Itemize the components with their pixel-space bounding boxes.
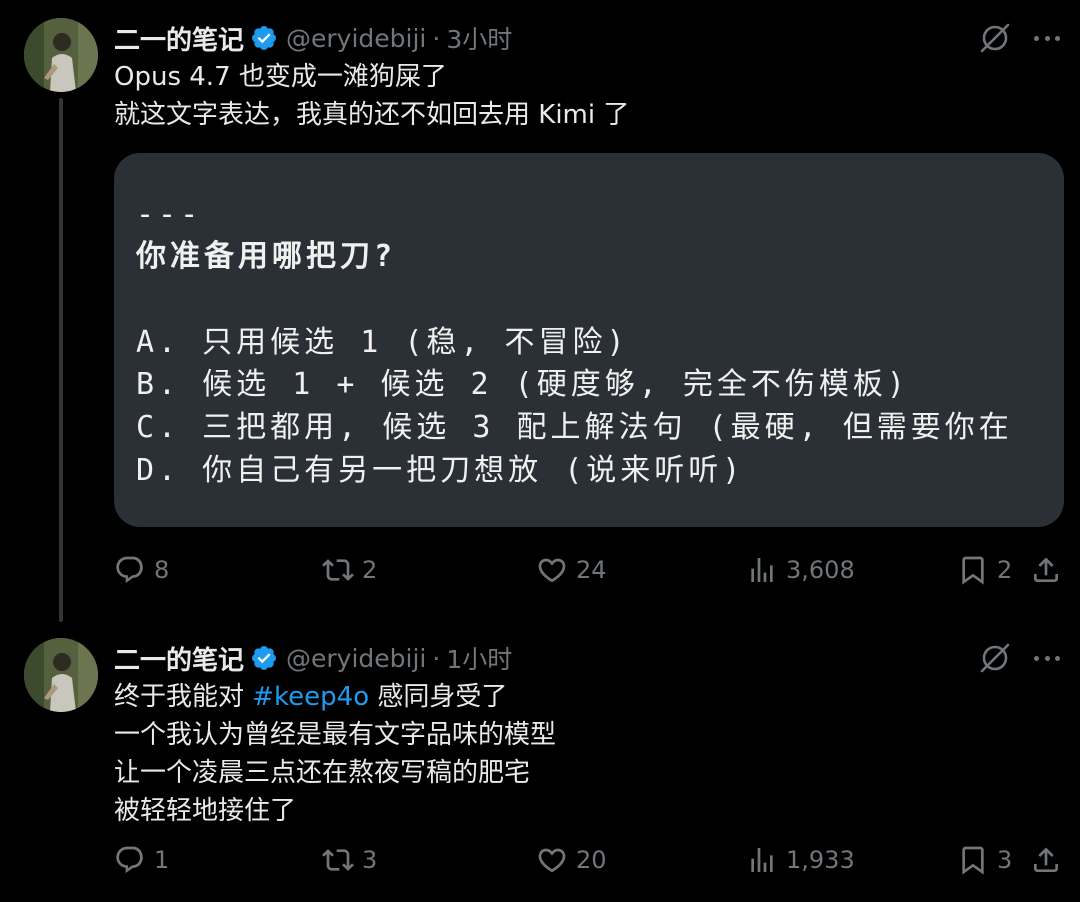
reply-count: 8: [154, 556, 170, 584]
views-icon: [751, 558, 773, 582]
bookmark-button[interactable]: 3: [957, 840, 1012, 880]
bookmark-button[interactable]: 2: [957, 550, 1012, 590]
tweet-header: 二一的笔记 @eryidebiji · 3小时: [114, 18, 512, 58]
tweet-text-line: Opus 4.7 也变成一滩狗屎了: [114, 62, 447, 92]
thread-connector-line: [59, 98, 63, 622]
avatar[interactable]: [24, 638, 98, 712]
tweet-media-image[interactable]: --- 你准备用哪把刀? A. 只用候选 1 (稳, 不冒险) B. 候选 1 …: [114, 153, 1064, 527]
repost-button[interactable]: 3: [322, 840, 377, 880]
reply-button[interactable]: 8: [114, 550, 169, 590]
author-handle[interactable]: @eryidebiji: [286, 644, 426, 673]
separator-dot: ·: [432, 643, 441, 673]
tweet-actions-bar: 1 3 20 1,933 3: [114, 840, 1064, 880]
reply-icon: [116, 556, 143, 584]
tweet[interactable]: 二一的笔记 @eryidebiji · 1小时 终于我能对 #keep4o 感同…: [0, 620, 1080, 902]
bookmark-icon: [962, 556, 984, 585]
views-button[interactable]: 3,608: [746, 550, 855, 590]
text-fragment: 感同身受了: [369, 682, 508, 712]
reply-button[interactable]: 1: [114, 840, 169, 880]
verified-badge-icon: [250, 24, 278, 52]
media-text-line: C. 三把都用, 候选 3 配上解法句 (最硬, 但需要你在: [136, 410, 1013, 445]
tweet-text-line: 就这文字表达，我真的还不如回去用 Kimi 了: [114, 100, 630, 130]
separator-dot: ·: [432, 23, 441, 53]
tweet-text: 终于我能对 #keep4o 感同身受了 一个我认为曾经是最有文字品味的模型 让一…: [114, 678, 556, 830]
text-fragment: 终于我能对: [114, 682, 253, 712]
media-text-line: ---: [136, 197, 203, 232]
more-icon[interactable]: [1032, 643, 1062, 673]
tweet-timestamp[interactable]: 1小时: [446, 640, 512, 676]
verified-badge-icon: [250, 644, 278, 672]
like-button[interactable]: 20: [536, 840, 607, 880]
views-button[interactable]: 1,933: [746, 840, 855, 880]
share-icon: [1034, 557, 1058, 582]
view-count: 3,608: [786, 556, 855, 584]
tweet-header-actions: [978, 638, 1062, 678]
tweet-text: Opus 4.7 也变成一滩狗屎了 就这文字表达，我真的还不如回去用 Kimi …: [114, 58, 629, 134]
tweet-text-line: 一个我认为曾经是最有文字品味的模型: [114, 720, 557, 750]
grok-icon[interactable]: [978, 641, 1012, 675]
tweet-header: 二一的笔记 @eryidebiji · 1小时: [114, 638, 512, 678]
tweet[interactable]: 二一的笔记 @eryidebiji · 3小时 Opus 4.7 也变成一滩狗屎…: [0, 0, 1080, 622]
tweet-text-line: 终于我能对 #keep4o 感同身受了: [114, 678, 556, 716]
media-text-line: B. 候选 1 + 候选 2 (硬度够, 完全不伤模板): [136, 367, 909, 402]
media-text-line: D. 你自己有另一把刀想放 (说来听听): [136, 453, 745, 488]
tweet-actions-bar: 8 2 24 3,608 2: [114, 550, 1064, 590]
like-icon: [538, 848, 566, 873]
share-button[interactable]: [1030, 550, 1070, 590]
hashtag-link[interactable]: #keep4o: [252, 682, 369, 712]
avatar[interactable]: [24, 18, 98, 92]
grok-icon[interactable]: [978, 21, 1012, 55]
repost-count: 3: [362, 846, 378, 874]
like-count: 24: [576, 556, 607, 584]
repost-button[interactable]: 2: [322, 550, 377, 590]
reply-icon: [116, 846, 143, 874]
bookmark-count: 3: [997, 846, 1013, 874]
reply-count: 1: [154, 846, 170, 874]
views-icon: [751, 848, 773, 872]
share-button[interactable]: [1030, 840, 1070, 880]
like-count: 20: [576, 846, 607, 874]
like-button[interactable]: 24: [536, 550, 607, 590]
tweet-header-actions: [978, 18, 1062, 58]
repost-count: 2: [362, 556, 378, 584]
tweet-timestamp[interactable]: 3小时: [446, 20, 512, 56]
view-count: 1,933: [786, 846, 855, 874]
repost-icon: [322, 559, 354, 581]
media-text-line: 你准备用哪把刀?: [136, 239, 397, 274]
author-display-name[interactable]: 二一的笔记: [114, 640, 244, 677]
bookmark-count: 2: [997, 556, 1013, 584]
media-text-line: A. 只用候选 1 (稳, 不冒险): [136, 325, 629, 360]
more-icon[interactable]: [1032, 23, 1062, 53]
bookmark-icon: [962, 846, 984, 875]
like-icon: [538, 558, 566, 583]
tweet-text-line: 让一个凌晨三点还在熬夜写稿的肥宅: [114, 758, 531, 788]
share-icon: [1034, 847, 1058, 872]
author-display-name[interactable]: 二一的笔记: [114, 20, 244, 57]
author-handle[interactable]: @eryidebiji: [286, 24, 426, 53]
repost-icon: [322, 849, 354, 871]
tweet-text-line: 被轻轻地接住了: [114, 796, 297, 826]
